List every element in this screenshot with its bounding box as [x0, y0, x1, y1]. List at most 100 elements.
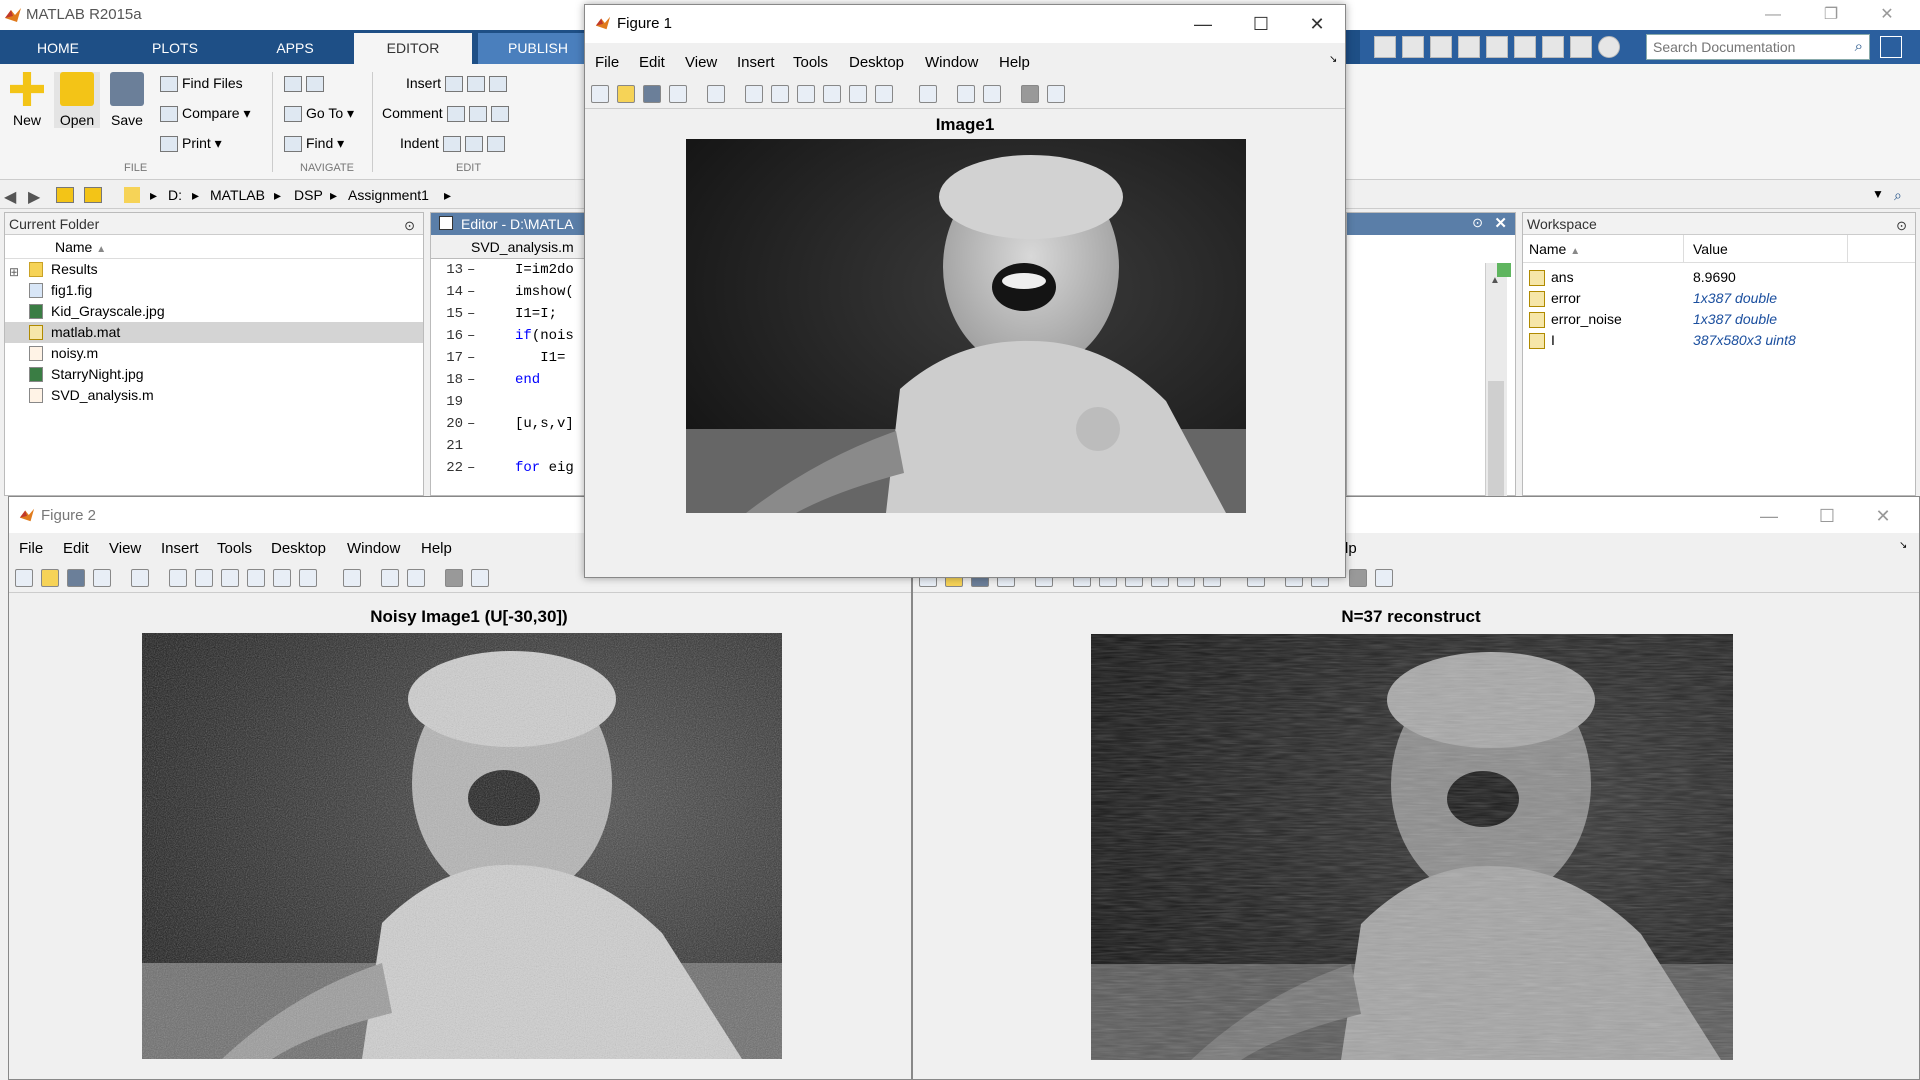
brush-icon[interactable]: [875, 85, 893, 103]
back-icon[interactable]: ◀: [4, 187, 16, 207]
list-item[interactable]: noisy.m: [5, 343, 423, 364]
menu-desktop[interactable]: Desktop: [849, 54, 904, 71]
path-drive[interactable]: D:: [168, 187, 182, 203]
panel-menu-icon[interactable]: ⊙: [1472, 215, 1483, 231]
path-dropdown-icon[interactable]: ▼: [1872, 187, 1884, 201]
menu-help[interactable]: Help: [999, 54, 1030, 71]
hide-plot-tools-icon[interactable]: [445, 569, 463, 587]
zoom-in-icon[interactable]: [169, 569, 187, 587]
find-button[interactable]: Find ▾: [284, 132, 344, 154]
copy-icon[interactable]: [1458, 36, 1480, 58]
name-column-header[interactable]: Name ▲: [5, 235, 423, 259]
redo-icon[interactable]: [1542, 36, 1564, 58]
minimize-icon[interactable]: —: [1750, 4, 1796, 28]
up-folder-icon[interactable]: [56, 187, 74, 203]
compare-button[interactable]: Compare ▾: [160, 102, 251, 124]
go-to-button[interactable]: Go To ▾: [284, 102, 354, 124]
save-figure-icon[interactable]: [67, 569, 85, 587]
menu-window[interactable]: Window: [347, 540, 400, 557]
insert-legend-icon[interactable]: [407, 569, 425, 587]
insert-legend-icon[interactable]: [983, 85, 1001, 103]
show-plot-tools-icon[interactable]: [1047, 85, 1065, 103]
edit-plot-icon[interactable]: [131, 569, 149, 587]
code-line[interactable]: 18– end: [431, 369, 589, 391]
rotate-3d-icon[interactable]: [247, 569, 265, 587]
minimize-icon[interactable]: —: [1183, 11, 1223, 37]
code-line[interactable]: 14– imshow(: [431, 281, 589, 303]
vertical-scrollbar[interactable]: ▲: [1485, 263, 1507, 497]
menu-edit[interactable]: Edit: [63, 540, 89, 557]
code-area[interactable]: 13– I=im2do 14– imshow( 15– I1=I; 16– if(noi…: [431, 259, 589, 479]
menu-window[interactable]: Window: [925, 54, 978, 71]
list-item[interactable]: Kid_Grayscale.jpg: [5, 301, 423, 322]
hide-plot-tools-icon[interactable]: [1349, 569, 1367, 587]
search-folder-icon[interactable]: ⌕: [1894, 187, 1902, 204]
rotate-3d-icon[interactable]: [823, 85, 841, 103]
tab-plots[interactable]: PLOTS: [118, 33, 232, 64]
zoom-in-icon[interactable]: [745, 85, 763, 103]
menu-insert[interactable]: Insert: [161, 540, 199, 557]
menu-help[interactable]: Help: [421, 540, 452, 557]
panel-menu-icon[interactable]: ⊙: [1896, 215, 1907, 237]
switch-windows-icon[interactable]: [1570, 36, 1592, 58]
pan-icon[interactable]: [221, 569, 239, 587]
tab-publish[interactable]: PUBLISH: [478, 33, 598, 64]
name-column-header[interactable]: Name ▲: [1529, 235, 1580, 266]
close-panel-icon[interactable]: ✕: [1494, 214, 1507, 232]
save-figure-icon[interactable]: [643, 85, 661, 103]
search-icon[interactable]: ⌕: [1855, 38, 1863, 55]
zoom-out-icon[interactable]: [771, 85, 789, 103]
find-files-button[interactable]: Find Files: [160, 72, 243, 94]
browse-folder-icon[interactable]: [84, 187, 102, 203]
data-cursor-icon[interactable]: [273, 569, 291, 587]
new-figure-icon[interactable]: [15, 569, 33, 587]
workspace-row[interactable]: I 387x580x3 uint8: [1523, 330, 1915, 351]
editor-tab-svd-analysis[interactable]: SVD_analysis.m: [431, 235, 589, 259]
insert-colorbar-icon[interactable]: [381, 569, 399, 587]
list-item[interactable]: fig1.fig: [5, 280, 423, 301]
maximize-icon[interactable]: ☐: [1241, 11, 1281, 37]
tab-editor[interactable]: EDITOR: [354, 33, 472, 64]
comment-button[interactable]: Comment: [382, 102, 513, 124]
save-button[interactable]: Save: [104, 72, 150, 128]
code-line[interactable]: 21: [431, 435, 589, 457]
print-figure-icon[interactable]: [669, 85, 687, 103]
list-item[interactable]: matlab.mat: [5, 322, 423, 343]
menu-insert[interactable]: Insert: [737, 54, 775, 71]
open-file-icon[interactable]: [617, 85, 635, 103]
hide-plot-tools-icon[interactable]: [1021, 85, 1039, 103]
close-icon[interactable]: ✕: [1864, 4, 1910, 28]
code-line[interactable]: 19: [431, 391, 589, 413]
search-input[interactable]: [1647, 35, 1837, 59]
quick-access-icon[interactable]: [1374, 36, 1396, 58]
new-button[interactable]: New: [4, 72, 50, 128]
close-icon[interactable]: ✕: [1863, 503, 1903, 529]
minimize-icon[interactable]: —: [1749, 503, 1789, 529]
indent-button[interactable]: Indent: [400, 132, 509, 154]
link-plot-icon[interactable]: [343, 569, 361, 587]
search-documentation-field[interactable]: ⌕: [1646, 34, 1870, 60]
code-line[interactable]: 20– [u,s,v]: [431, 413, 589, 435]
insert-colorbar-icon[interactable]: [957, 85, 975, 103]
close-icon[interactable]: ✕: [1297, 11, 1337, 37]
value-column-header[interactable]: Value: [1693, 235, 1728, 263]
print-figure-icon[interactable]: [93, 569, 111, 587]
path-matlab[interactable]: MATLAB: [210, 187, 265, 203]
code-line[interactable]: 15– I1=I;: [431, 303, 589, 325]
cut-icon[interactable]: [1430, 36, 1452, 58]
menu-file[interactable]: File: [19, 540, 43, 557]
dock-figure-icon[interactable]: ↘: [1329, 54, 1337, 65]
data-cursor-icon[interactable]: [849, 85, 867, 103]
menu-file[interactable]: File: [595, 54, 619, 71]
workspace-row[interactable]: error_noise 1x387 double: [1523, 309, 1915, 330]
restore-icon[interactable]: ❐: [1808, 4, 1854, 28]
code-line[interactable]: 13– I=im2do: [431, 259, 589, 281]
brush-icon[interactable]: [299, 569, 317, 587]
back-forward-buttons[interactable]: [284, 72, 328, 94]
undo-icon[interactable]: [1514, 36, 1536, 58]
figure-1-title-bar[interactable]: Figure 1 — ☐ ✕: [585, 5, 1345, 43]
pan-icon[interactable]: [797, 85, 815, 103]
edit-plot-icon[interactable]: [707, 85, 725, 103]
tab-apps[interactable]: APPS: [238, 33, 352, 64]
scrollbar-thumb[interactable]: [1488, 381, 1504, 497]
